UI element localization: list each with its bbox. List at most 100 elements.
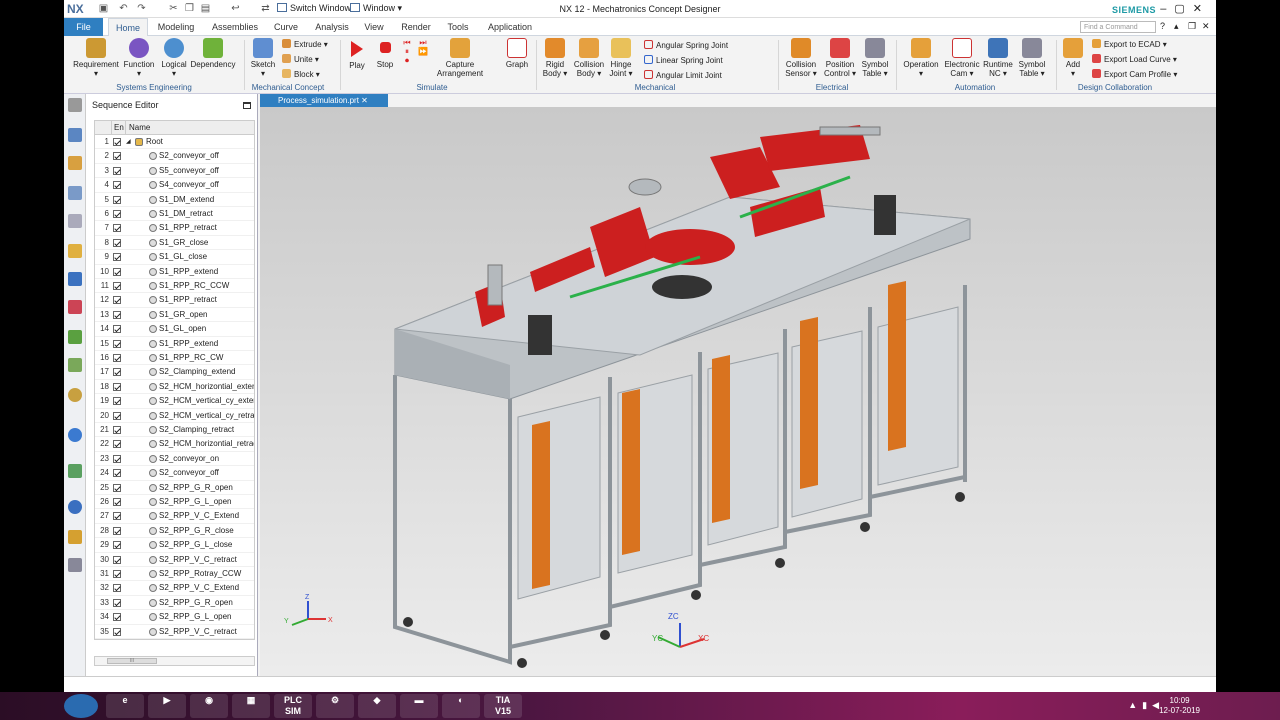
- tia-portal-icon[interactable]: TIA V15: [484, 694, 522, 718]
- table-row[interactable]: 31 S2_RPP_Rotray_CCW: [95, 567, 254, 582]
- table-row[interactable]: 24 S2_conveyor_off: [95, 466, 254, 481]
- table-row[interactable]: 34 S2_RPP_G_L_open: [95, 610, 254, 625]
- table-row[interactable]: 33 S2_RPP_G_R_open: [95, 596, 254, 611]
- tab-analysis[interactable]: Analysis: [312, 18, 352, 36]
- tab-assemblies[interactable]: Assemblies: [208, 18, 262, 36]
- tab-home[interactable]: Home: [108, 18, 148, 36]
- electronic-cam-button[interactable]: Electronic Cam ▾: [944, 38, 980, 78]
- hinge-joint-button[interactable]: Hinge Joint ▾: [608, 38, 634, 78]
- library-icon[interactable]: [68, 330, 82, 344]
- export-cam-profile-button[interactable]: Export Cam Profile ▾: [1092, 68, 1177, 81]
- web-browser-icon[interactable]: [68, 428, 82, 442]
- enabled-checkbox[interactable]: [113, 382, 121, 391]
- tools-icon[interactable]: [68, 558, 82, 572]
- table-row[interactable]: 29 S2_RPP_G_L_close: [95, 538, 254, 553]
- system-navigator-icon[interactable]: [68, 156, 82, 170]
- sketch-button[interactable]: Sketch ▾: [248, 38, 278, 78]
- graphics-window[interactable]: Z X Y ZC XC YC: [260, 107, 1216, 676]
- constraint-navigator-icon[interactable]: [68, 272, 82, 286]
- part-navigator-icon[interactable]: [68, 214, 82, 228]
- enabled-checkbox[interactable]: [113, 166, 121, 175]
- enabled-checkbox[interactable]: [113, 498, 121, 506]
- horizontal-scrollbar[interactable]: III: [94, 656, 255, 666]
- column-enabled[interactable]: En: [111, 121, 125, 135]
- tab-application[interactable]: Application: [482, 18, 538, 36]
- dependency-button[interactable]: Dependency: [190, 38, 236, 69]
- table-row[interactable]: 16 S1_RPP_RC_CW: [95, 351, 254, 366]
- scroll-thumb[interactable]: III: [107, 658, 157, 664]
- table-row[interactable]: 35 S2_RPP_V_C_retract: [95, 625, 254, 639]
- enabled-checkbox[interactable]: [113, 152, 121, 161]
- symbol-table-2-button[interactable]: Symbol Table ▾: [1016, 38, 1048, 78]
- table-row[interactable]: 9 S1_GL_close: [95, 250, 254, 265]
- table-row[interactable]: 14 S1_GL_open: [95, 322, 254, 337]
- collision-sensor-button[interactable]: Collision Sensor ▾: [782, 38, 820, 78]
- enabled-checkbox[interactable]: [113, 584, 121, 593]
- symbol-table-button[interactable]: Symbol Table ▾: [860, 38, 890, 78]
- table-row[interactable]: 19 S2_HCM_vertical_cy_extend: [95, 394, 254, 409]
- table-row[interactable]: 4 S4_conveyor_off: [95, 178, 254, 193]
- tree-root-row[interactable]: ◢ 1 Root: [95, 135, 254, 150]
- enabled-checkbox[interactable]: [113, 541, 121, 550]
- operation-button[interactable]: Operation ▾: [902, 38, 940, 78]
- table-row[interactable]: 22 S2_HCM_horizontial_retract: [95, 437, 254, 452]
- stop-button[interactable]: Stop: [372, 38, 398, 69]
- enabled-checkbox[interactable]: [113, 368, 121, 377]
- export-ecad-button[interactable]: Export to ECAD ▾: [1092, 38, 1167, 51]
- add-button[interactable]: Add ▾: [1060, 38, 1086, 78]
- runtime-nc-button[interactable]: Runtime NC ▾: [982, 38, 1014, 78]
- enabled-checkbox[interactable]: [113, 483, 121, 492]
- clock-icon[interactable]: [68, 500, 82, 514]
- enabled-checkbox[interactable]: [113, 310, 121, 319]
- table-row[interactable]: 17 S2_Clamping_extend: [95, 365, 254, 380]
- export-load-curve-button[interactable]: Export Load Curve ▾: [1092, 53, 1177, 66]
- ribbon-options-icon[interactable]: ▴: [1174, 21, 1179, 32]
- playback-controls-2[interactable]: ⏭ ⏩: [416, 38, 430, 56]
- plcsim-icon[interactable]: PLC SIM: [274, 694, 312, 718]
- capture-arrangement-button[interactable]: Capture Arrangement: [434, 38, 486, 78]
- enabled-checkbox[interactable]: [113, 426, 121, 434]
- enabled-checkbox[interactable]: [113, 526, 121, 535]
- function-button[interactable]: Function ▾: [122, 38, 156, 78]
- enabled-checkbox[interactable]: [113, 296, 121, 305]
- view-triad[interactable]: Z X Y: [284, 594, 333, 626]
- roles-icon[interactable]: [68, 530, 82, 544]
- tab-close-icon[interactable]: ✕: [361, 96, 368, 105]
- clock[interactable]: 10:09 12-07-2019: [1159, 696, 1200, 716]
- table-row[interactable]: 6 S1_DM_retract: [95, 207, 254, 222]
- enabled-checkbox[interactable]: [113, 354, 121, 362]
- enabled-checkbox[interactable]: [113, 598, 121, 607]
- expand-icon[interactable]: ◢: [126, 135, 131, 149]
- enabled-checkbox[interactable]: [113, 627, 121, 636]
- enabled-checkbox[interactable]: [113, 267, 121, 276]
- enabled-checkbox[interactable]: [113, 325, 121, 334]
- nx-app-icon[interactable]: ▦: [232, 694, 270, 718]
- menu-file[interactable]: File: [64, 18, 103, 36]
- table-row[interactable]: 23 S2_conveyor_on: [95, 452, 254, 467]
- table-row[interactable]: 30 S2_RPP_V_C_retract: [95, 553, 254, 567]
- chrome-icon[interactable]: ◉: [190, 694, 228, 718]
- table-row[interactable]: 3 S5_conveyor_off: [95, 164, 254, 179]
- enabled-checkbox[interactable]: [113, 195, 121, 204]
- enabled-checkbox[interactable]: [113, 397, 121, 406]
- table-row[interactable]: 12 S1_RPP_retract: [95, 293, 254, 308]
- enabled-checkbox[interactable]: [113, 411, 121, 420]
- navigator-icon[interactable]: [68, 128, 82, 142]
- table-row[interactable]: 21 S2_Clamping_retract: [95, 423, 254, 438]
- tab-render[interactable]: Render: [398, 18, 434, 36]
- file-explorer-icon[interactable]: ▬: [400, 694, 438, 718]
- block-button[interactable]: Block ▾: [282, 68, 320, 81]
- table-row[interactable]: 28 S2_RPP_G_R_close: [95, 524, 254, 539]
- edge-icon[interactable]: e: [106, 694, 144, 718]
- table-row[interactable]: 32 S2_RPP_V_C_Extend: [95, 581, 254, 596]
- enabled-checkbox[interactable]: [113, 238, 121, 247]
- table-row[interactable]: 26 S2_RPP_G_L_open: [95, 495, 254, 510]
- enabled-checkbox[interactable]: [113, 555, 121, 564]
- physics-navigator-icon[interactable]: [68, 244, 82, 258]
- enabled-checkbox[interactable]: [113, 210, 121, 218]
- angular-limit-joint-button[interactable]: Angular Limit Joint: [644, 69, 722, 82]
- table-row[interactable]: 20 S2_HCM_vertical_cy_retract: [95, 409, 254, 423]
- restore-icon[interactable]: ❐: [1188, 21, 1196, 32]
- app-icon-3[interactable]: ◐: [442, 694, 480, 718]
- tab-curve[interactable]: Curve: [270, 18, 302, 36]
